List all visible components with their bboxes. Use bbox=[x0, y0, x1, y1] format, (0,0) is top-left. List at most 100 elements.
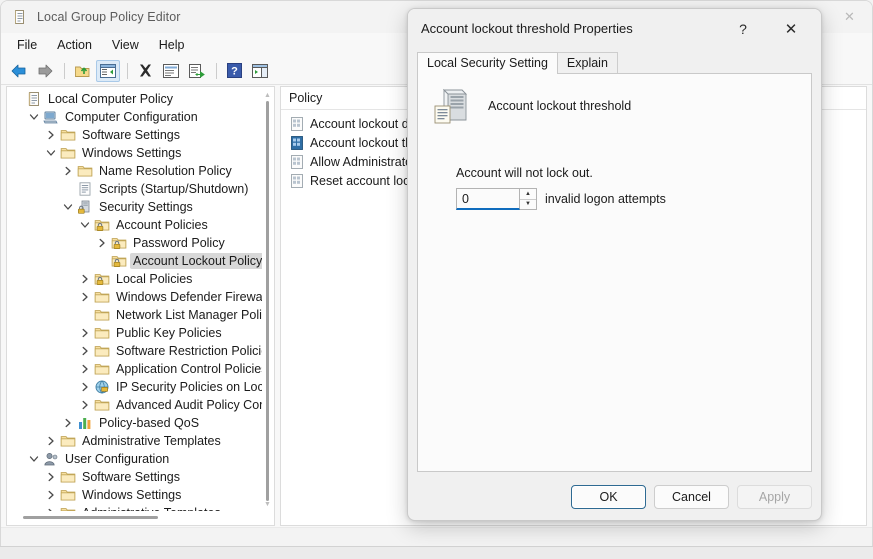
tree-item[interactable]: Windows Defender Firewall w bbox=[7, 288, 262, 306]
tree-item[interactable]: Public Key Policies bbox=[7, 324, 262, 342]
properties-button[interactable] bbox=[159, 60, 183, 82]
scrollbar-thumb[interactable] bbox=[266, 101, 269, 501]
menu-help[interactable]: Help bbox=[149, 35, 195, 55]
ok-button[interactable]: OK bbox=[571, 485, 646, 509]
tree-item[interactable]: Name Resolution Policy bbox=[7, 162, 262, 180]
folder-icon bbox=[59, 145, 76, 161]
server-policy-icon bbox=[432, 86, 472, 126]
tree-item-label: Account Lockout Policy bbox=[130, 253, 262, 269]
tab-explain[interactable]: Explain bbox=[556, 52, 618, 74]
scroll-down-icon[interactable]: ▼ bbox=[263, 500, 272, 509]
tree-item[interactable]: Security Settings bbox=[7, 198, 262, 216]
tree-item[interactable]: Scripts (Startup/Shutdown) bbox=[7, 180, 262, 198]
tree-item[interactable]: Administrative Templates bbox=[7, 432, 262, 450]
tree-item-label: Advanced Audit Policy Confi bbox=[116, 398, 262, 412]
tree-item[interactable]: Account Policies bbox=[7, 216, 262, 234]
tree-item[interactable]: Windows Settings bbox=[7, 486, 262, 504]
view-pane-button[interactable] bbox=[248, 60, 272, 82]
back-button[interactable] bbox=[7, 60, 31, 82]
folder-icon bbox=[59, 127, 76, 143]
tree-item-label: Local Computer Policy bbox=[48, 92, 174, 106]
folder-icon bbox=[93, 397, 110, 413]
tree-item[interactable]: Windows Settings bbox=[7, 144, 262, 162]
tree-item[interactable]: Computer Configuration bbox=[7, 108, 262, 126]
delete-button[interactable] bbox=[133, 60, 157, 82]
tree-item[interactable]: Software Settings bbox=[7, 126, 262, 144]
tree-item[interactable]: Advanced Audit Policy Confi bbox=[7, 396, 262, 414]
tree-item[interactable]: Network List Manager Policie bbox=[7, 306, 262, 324]
chevron-right-icon[interactable] bbox=[77, 397, 93, 413]
tab-panel-local-security-setting: Account lockout threshold Account will n… bbox=[417, 73, 812, 472]
folder-icon bbox=[93, 289, 110, 305]
chevron-right-icon[interactable] bbox=[77, 325, 93, 341]
menu-action[interactable]: Action bbox=[47, 35, 102, 55]
tree-item[interactable]: Account Lockout Policy bbox=[7, 252, 262, 270]
tree-item-label: Security Settings bbox=[99, 200, 193, 214]
folder-icon bbox=[93, 343, 110, 359]
chevron-down-icon[interactable] bbox=[60, 199, 76, 215]
tree-item[interactable]: Local Policies bbox=[7, 270, 262, 288]
chevron-right-icon[interactable] bbox=[77, 289, 93, 305]
chevron-down-icon[interactable] bbox=[26, 109, 42, 125]
chevron-right-icon[interactable] bbox=[77, 343, 93, 359]
console-tree-button[interactable] bbox=[96, 59, 120, 82]
forward-button[interactable] bbox=[33, 60, 57, 82]
chevron-down-icon[interactable] bbox=[26, 451, 42, 467]
chevron-right-icon[interactable] bbox=[43, 127, 59, 143]
tree-item[interactable]: Software Restriction Policies bbox=[7, 342, 262, 360]
close-button[interactable]: ✕ bbox=[827, 1, 872, 33]
menu-view[interactable]: View bbox=[102, 35, 149, 55]
computer-icon bbox=[42, 109, 59, 125]
qos-chart-icon bbox=[76, 415, 93, 431]
chevron-right-icon[interactable] bbox=[60, 163, 76, 179]
policy-setting-icon bbox=[289, 154, 305, 170]
lockout-status-note: Account will not lock out. bbox=[456, 166, 593, 180]
chevron-right-icon[interactable] bbox=[43, 505, 59, 511]
tree-item[interactable]: Administrative Templates bbox=[7, 504, 262, 511]
dialog-close-icon[interactable]: ✕ bbox=[771, 9, 811, 49]
tree-item[interactable]: Software Settings bbox=[7, 468, 262, 486]
stepper-up-icon[interactable]: ▲ bbox=[520, 189, 536, 200]
dialog-titlebar: Account lockout threshold Properties ? ✕ bbox=[408, 9, 821, 49]
chevron-right-icon[interactable] bbox=[43, 469, 59, 485]
menu-file[interactable]: File bbox=[7, 35, 47, 55]
help-question-icon[interactable]: ? bbox=[723, 9, 763, 49]
scrollbar-thumb[interactable] bbox=[23, 516, 158, 519]
console-tree[interactable]: Local Computer Policy Computer Configurat… bbox=[7, 90, 262, 511]
apply-button[interactable]: Apply bbox=[737, 485, 812, 509]
policy-list-row-label: Reset account locko bbox=[310, 173, 423, 188]
policy-list-row-label: Account lockout du bbox=[310, 116, 416, 131]
tree-horizontal-scrollbar[interactable] bbox=[11, 513, 260, 522]
tree-vertical-scrollbar[interactable]: ▲ ▼ bbox=[263, 91, 272, 509]
tree-item[interactable]: Password Policy bbox=[7, 234, 262, 252]
export-list-button[interactable] bbox=[185, 60, 209, 82]
chevron-down-icon[interactable] bbox=[77, 217, 93, 233]
threshold-stepper[interactable]: ▲ ▼ bbox=[520, 188, 537, 210]
tree-item[interactable]: Application Control Policies bbox=[7, 360, 262, 378]
stepper-down-icon[interactable]: ▼ bbox=[520, 199, 536, 209]
account-lockout-threshold-properties-dialog: Account lockout threshold Properties ? ✕… bbox=[407, 8, 822, 521]
help-button[interactable]: ? bbox=[222, 60, 246, 82]
folder-icon bbox=[93, 307, 110, 323]
tree-item[interactable]: Policy-based QoS bbox=[7, 414, 262, 432]
chevron-down-icon[interactable] bbox=[43, 145, 59, 161]
up-folder-button[interactable] bbox=[70, 60, 94, 82]
threshold-spinner-row: 0 ▲ ▼ invalid logon attempts bbox=[456, 188, 666, 210]
chevron-right-icon[interactable] bbox=[43, 433, 59, 449]
chevron-right-icon[interactable] bbox=[77, 379, 93, 395]
chevron-right-icon[interactable] bbox=[60, 415, 76, 431]
tree-item[interactable]: Local Computer Policy bbox=[7, 90, 262, 108]
chevron-right-icon[interactable] bbox=[43, 487, 59, 503]
tab-local-security-setting[interactable]: Local Security Setting bbox=[417, 52, 558, 74]
chevron-right-icon[interactable] bbox=[77, 271, 93, 287]
cancel-button[interactable]: Cancel bbox=[654, 485, 729, 509]
tree-item[interactable]: User Configuration bbox=[7, 450, 262, 468]
threshold-input[interactable]: 0 bbox=[456, 188, 520, 210]
chevron-right-icon[interactable] bbox=[77, 361, 93, 377]
policy-header: Account lockout threshold bbox=[432, 86, 631, 126]
tree-item[interactable]: IP Security Policies on Local bbox=[7, 378, 262, 396]
policy-list-row-label: Allow Administrator bbox=[310, 154, 417, 169]
chevron-right-icon[interactable] bbox=[94, 235, 110, 251]
policy-setting-icon bbox=[289, 116, 305, 132]
scroll-up-icon[interactable]: ▲ bbox=[263, 91, 272, 100]
